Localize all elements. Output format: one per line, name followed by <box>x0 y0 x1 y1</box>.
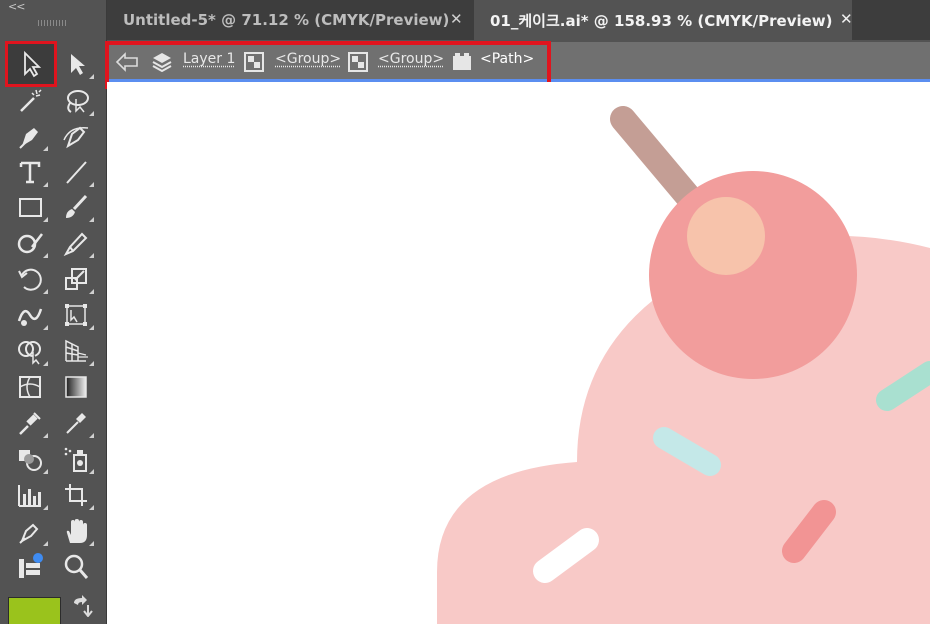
cherry <box>649 171 857 379</box>
warp-icon <box>17 308 43 326</box>
artboard-icon <box>65 484 87 506</box>
magic-wand-tool[interactable] <box>12 84 48 118</box>
cake-artwork[interactable] <box>107 82 930 624</box>
perspective-grid-icon <box>65 339 88 362</box>
zoom-icon <box>64 554 89 579</box>
rectangle-tool[interactable] <box>12 190 48 224</box>
lasso-icon <box>67 90 89 113</box>
swap-arrow-icon <box>74 595 93 618</box>
artboard-canvas[interactable] <box>107 82 930 624</box>
shaper-icon <box>17 233 43 254</box>
mesh-icon <box>19 376 41 398</box>
paintbrush-icon <box>66 194 88 218</box>
artboard-tool[interactable] <box>58 478 94 512</box>
free-transform-tool[interactable] <box>58 298 94 332</box>
edit-toolbar[interactable] <box>12 550 48 584</box>
eyedropper-icon <box>66 413 86 434</box>
free-transform-icon <box>65 304 87 326</box>
tab-label: Untitled-5* @ 71.12 % (CMYK/Preview) <box>123 11 450 29</box>
live-paint-bucket-tool[interactable] <box>12 442 48 476</box>
direct-selection-tool[interactable] <box>58 47 94 81</box>
curvature-tool[interactable] <box>58 119 94 153</box>
cherry-stem <box>610 106 710 220</box>
warp-tool[interactable] <box>12 298 48 332</box>
symbol-sprayer-tool[interactable] <box>58 442 94 476</box>
shape-builder-icon <box>18 341 41 365</box>
line-segment-tool[interactable] <box>58 155 94 189</box>
eraser-icon <box>63 232 88 257</box>
zoom-tool[interactable] <box>58 550 94 584</box>
magic-wand-icon <box>20 89 42 112</box>
eyedropper-tool-blend-icon <box>19 412 41 435</box>
line-icon <box>66 161 87 184</box>
pen-icon <box>19 128 38 149</box>
hand-icon <box>66 519 87 543</box>
scale-tool[interactable] <box>58 262 94 296</box>
live-paint-icon <box>19 450 42 471</box>
close-icon[interactable]: ✕ <box>450 10 463 28</box>
tab-label: 01_케이크.ai* @ 158.93 % (CMYK/Preview) <box>490 11 833 30</box>
blend-tool[interactable] <box>12 406 48 440</box>
direct-selection-arrow-icon <box>71 54 85 75</box>
shape-builder-tool[interactable] <box>12 334 48 368</box>
selection-tool[interactable] <box>5 41 57 87</box>
hand-tool[interactable] <box>58 514 94 548</box>
mesh-tool[interactable] <box>12 370 48 404</box>
paintbrush-tool[interactable] <box>58 190 94 224</box>
perspective-grid-tool[interactable] <box>58 334 94 368</box>
gradient-tool[interactable] <box>58 370 94 404</box>
selection-arrow-icon <box>24 50 42 78</box>
column-graph-tool[interactable] <box>12 478 48 512</box>
cherry-highlight <box>687 197 765 275</box>
puppet-warp-tool[interactable] <box>12 514 48 548</box>
gradient-icon <box>65 376 87 398</box>
type-tool[interactable] <box>12 155 48 189</box>
fill-color-swatch[interactable] <box>8 597 61 624</box>
pen-tool[interactable] <box>12 119 48 153</box>
column-graph-icon <box>18 485 41 507</box>
rectangle-icon <box>19 198 42 217</box>
swap-fill-stroke-button[interactable] <box>70 595 94 618</box>
tools-panel: << <box>0 0 107 624</box>
tab-untitled-5[interactable]: Untitled-5* @ 71.12 % (CMYK/Preview) <box>107 0 474 40</box>
lasso-tool[interactable] <box>58 84 94 118</box>
document-tab-bar: Untitled-5* @ 71.12 % (CMYK/Preview) ✕ 0… <box>107 0 930 40</box>
eyedropper-tool[interactable] <box>58 406 94 440</box>
shaper-tool[interactable] <box>12 226 48 260</box>
panel-grip[interactable] <box>38 20 66 26</box>
close-icon[interactable]: ✕ <box>840 10 853 28</box>
eraser-tool[interactable] <box>58 226 94 260</box>
type-icon <box>19 161 41 184</box>
rotate-tool[interactable] <box>12 262 48 296</box>
edit-toolbar-icon <box>19 553 43 578</box>
scale-icon <box>65 268 87 290</box>
symbol-sprayer-icon <box>64 447 87 472</box>
puppet-pen-icon <box>19 523 39 544</box>
collapse-panel-button[interactable]: << <box>8 0 25 13</box>
curvature-pen-icon <box>63 126 89 149</box>
tab-cake-document[interactable]: 01_케이크.ai* @ 158.93 % (CMYK/Preview) <box>474 0 852 40</box>
rotate-icon <box>18 268 42 291</box>
